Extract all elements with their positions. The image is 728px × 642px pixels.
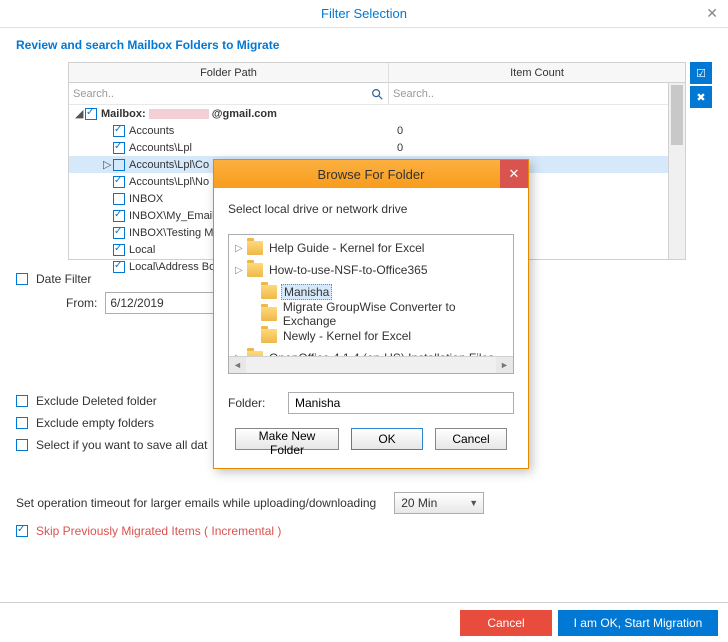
expand-icon[interactable]: ▷ xyxy=(235,243,247,254)
folder-icon xyxy=(247,263,263,277)
expand-icon[interactable]: ▷ xyxy=(235,265,247,276)
save-all-label: Select if you want to save all dat xyxy=(36,438,207,452)
chevron-down-icon: ▼ xyxy=(469,498,478,508)
tree-scrollbar[interactable] xyxy=(668,83,685,259)
window-title: Filter Selection xyxy=(321,6,407,21)
folder-label: Local\Address Bo xyxy=(129,261,215,273)
date-from-input[interactable]: 6/12/2019 ▾ xyxy=(105,292,225,314)
search-count-input[interactable]: Search.. xyxy=(389,83,685,104)
folder-name: Help Guide - Kernel for Excel xyxy=(267,241,426,255)
ok-button[interactable]: OK xyxy=(351,428,423,450)
tree-root-row[interactable]: ◢Mailbox: @gmail.com xyxy=(69,105,685,122)
scroll-left-icon[interactable]: ◄ xyxy=(229,357,246,374)
folder-checkbox[interactable] xyxy=(85,108,97,120)
browser-tree-item[interactable]: ▷ How-to-use-NSF-to-Office365 xyxy=(231,259,511,281)
search-icon xyxy=(370,87,384,101)
folder-checkbox[interactable] xyxy=(113,261,125,273)
cancel-button[interactable]: Cancel xyxy=(460,610,552,636)
folder-name: Migrate GroupWise Converter to Exchange xyxy=(281,300,511,328)
column-folder-path[interactable]: Folder Path xyxy=(69,63,389,82)
skip-migrated-label: Skip Previously Migrated Items ( Increme… xyxy=(36,524,281,538)
tree-row[interactable]: Accounts\Lpl 0 xyxy=(69,139,685,156)
browse-folder-dialog: Browse For Folder ✕ Select local drive o… xyxy=(213,159,529,469)
folder-checkbox[interactable] xyxy=(113,193,125,205)
folder-name: Manisha xyxy=(281,284,332,300)
folder-name: How-to-use-NSF-to-Office365 xyxy=(267,263,430,277)
exclude-deleted-checkbox[interactable] xyxy=(16,395,28,407)
folder-icon xyxy=(247,241,263,255)
scroll-right-icon[interactable]: ► xyxy=(496,357,513,374)
folder-icon xyxy=(261,285,277,299)
folder-name-input[interactable] xyxy=(288,392,514,414)
clear-all-button[interactable]: ✖ xyxy=(690,86,712,108)
item-count: 0 xyxy=(389,125,685,137)
skip-migrated-checkbox[interactable] xyxy=(16,525,28,537)
search-path-input[interactable]: Search.. xyxy=(69,83,389,104)
exclude-deleted-label: Exclude Deleted folder xyxy=(36,394,157,408)
close-icon[interactable]: ✕ xyxy=(706,5,718,22)
exclude-empty-checkbox[interactable] xyxy=(16,417,28,429)
folder-label: Accounts\Lpl\Co xyxy=(129,159,209,171)
tree-row[interactable]: Accounts 0 xyxy=(69,122,685,139)
horizontal-scrollbar[interactable]: ◄ ► xyxy=(229,356,513,373)
browser-tree-item[interactable]: Migrate GroupWise Converter to Exchange xyxy=(231,303,511,325)
folder-name: Newly - Kernel for Excel xyxy=(281,329,413,343)
folder-label: INBOX\Testing M xyxy=(129,227,213,239)
folder-checkbox[interactable] xyxy=(113,125,125,137)
browser-tree-item[interactable]: Newly - Kernel for Excel xyxy=(231,325,511,347)
window-title-bar: Filter Selection ✕ xyxy=(0,0,728,28)
folder-checkbox[interactable] xyxy=(113,210,125,222)
dialog-close-button[interactable]: ✕ xyxy=(500,160,528,188)
folder-label: Accounts\Lpl\No xyxy=(129,176,209,188)
section-header: Review and search Mailbox Folders to Mig… xyxy=(16,38,712,52)
date-from-label: From: xyxy=(66,296,97,310)
folder-field-label: Folder: xyxy=(228,396,278,410)
folder-label: INBOX\My_Email xyxy=(129,210,215,222)
make-new-folder-button[interactable]: Make New Folder xyxy=(235,428,339,450)
select-all-button[interactable]: ☑ xyxy=(690,62,712,84)
folder-label: Accounts xyxy=(129,125,174,137)
column-item-count[interactable]: Item Count xyxy=(389,63,685,82)
exclude-empty-label: Exclude empty folders xyxy=(36,416,154,430)
folder-label: INBOX xyxy=(129,193,163,205)
dialog-title-bar: Browse For Folder ✕ xyxy=(214,160,528,188)
folder-checkbox[interactable] xyxy=(113,159,125,171)
folder-label: Accounts\Lpl xyxy=(129,142,192,154)
folder-checkbox[interactable] xyxy=(113,244,125,256)
folder-checkbox[interactable] xyxy=(113,176,125,188)
folder-checkbox[interactable] xyxy=(113,142,125,154)
item-count: 0 xyxy=(389,142,685,154)
timeout-label: Set operation timeout for larger emails … xyxy=(16,496,376,510)
folder-icon xyxy=(261,307,277,321)
folder-browser-tree[interactable]: ▷ Help Guide - Kernel for Excel ▷ How-to-us… xyxy=(228,234,514,374)
start-migration-button[interactable]: I am OK, Start Migration xyxy=(558,610,718,636)
dialog-cancel-button[interactable]: Cancel xyxy=(435,428,507,450)
folder-icon xyxy=(261,329,277,343)
date-filter-checkbox[interactable] xyxy=(16,273,28,285)
folder-checkbox[interactable] xyxy=(113,227,125,239)
timeout-dropdown[interactable]: 20 Min ▼ xyxy=(394,492,484,514)
dialog-title: Browse For Folder xyxy=(318,167,425,182)
browser-tree-item[interactable]: ▷ Help Guide - Kernel for Excel xyxy=(231,237,511,259)
save-all-checkbox[interactable] xyxy=(16,439,28,451)
dialog-prompt: Select local drive or network drive xyxy=(228,202,514,216)
folder-label: Local xyxy=(129,244,155,256)
